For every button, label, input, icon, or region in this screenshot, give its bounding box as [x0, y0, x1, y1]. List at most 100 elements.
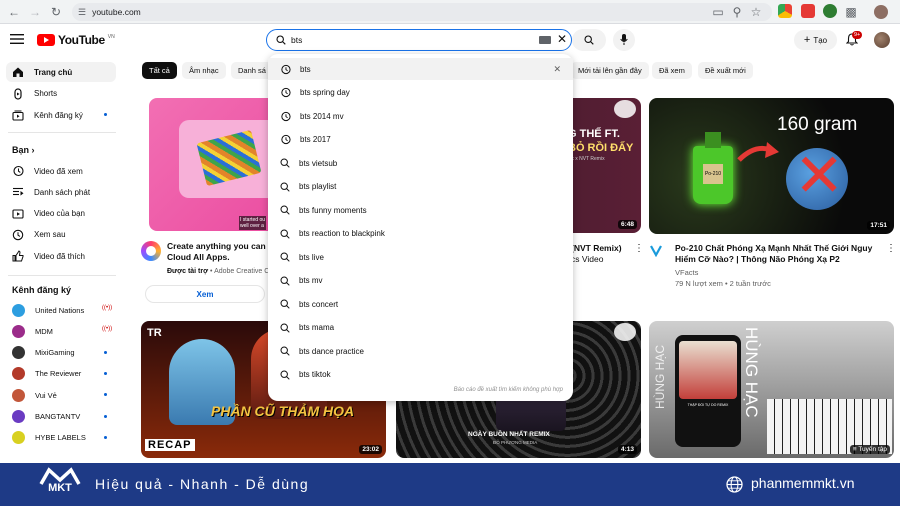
menu-icon[interactable] [10, 33, 24, 45]
channel-name[interactable]: VFacts [675, 268, 698, 277]
keyboard-icon[interactable] [539, 36, 551, 44]
chip-3[interactable]: Mới tải lên gần đây [571, 62, 649, 79]
remove-suggestion-icon[interactable]: ✕ [553, 64, 561, 75]
youtube-logo[interactable]: YouTube VN [37, 33, 115, 47]
sidebar-item-label: Danh sách phát [34, 187, 91, 197]
search-suggestion[interactable]: bts ✕ [268, 58, 573, 80]
search-suggestion[interactable]: bts funny moments [268, 199, 573, 221]
search-icon [276, 35, 286, 45]
promo-banner: MKT Hiệu quả - Nhanh - Dễ dùng phanmemmk… [0, 463, 900, 506]
thumb2-text-1: G THẾ FT. [568, 128, 620, 140]
reload-icon[interactable]: ↻ [48, 4, 64, 20]
sidebar-channel-label: United Nations [35, 305, 85, 315]
grammar-extension-icon[interactable] [823, 4, 837, 18]
pdf-extension-icon[interactable] [801, 4, 815, 18]
sidebar-item-shorts[interactable]: Shorts [6, 84, 116, 104]
account-avatar[interactable] [874, 32, 890, 48]
banner-slogan: Hiệu quả - Nhanh - Dễ dùng [95, 476, 310, 492]
extension-icon[interactable] [778, 4, 792, 18]
like-icon [12, 250, 24, 262]
search-suggestion[interactable]: bts 2014 mv [268, 105, 573, 127]
more-options-icon[interactable]: ⋮ [886, 243, 896, 254]
adobe-avatar[interactable] [141, 241, 161, 261]
url-text: youtube.com [92, 7, 141, 17]
chip-1[interactable]: Âm nhạc [182, 62, 226, 79]
suggestion-text: bts 2014 mv [300, 111, 344, 121]
sidebar-divider [8, 132, 116, 133]
chip-0[interactable]: Tất cả [142, 62, 177, 79]
suggestion-text: bts playlist [299, 182, 337, 191]
chip-2[interactable]: Danh sá [231, 62, 273, 79]
sidebar-channel[interactable]: MDM ((•)) [6, 321, 116, 341]
sidebar-channel-label: BANGTANTV [35, 412, 81, 421]
video-thumbnail-3[interactable]: 160 gram Po-210 ✕ 17:51 [649, 98, 894, 234]
sidebar-item-watch-later[interactable]: Xem sau [6, 225, 116, 245]
bottle-image: Po-210 [693, 132, 733, 204]
channel-avatar [12, 346, 25, 360]
site-settings-icon[interactable]: ☰ [78, 7, 86, 18]
ad-watch-button[interactable]: Xem [145, 285, 265, 303]
profile-avatar[interactable] [874, 5, 888, 19]
chip-5[interactable]: Đề xuất mới [698, 62, 753, 79]
sidebar-channel-label: The Reviewer [35, 369, 82, 379]
forward-icon[interactable]: → [27, 4, 43, 20]
sidebar-item-history[interactable]: Video đã xem [6, 161, 116, 181]
search-suggestion[interactable]: bts playlist [268, 176, 573, 198]
sidebar-item-label: Video đã thích [34, 251, 86, 261]
sidebar-item-subscriptions[interactable]: Kênh đăng ký [6, 105, 116, 125]
search-suggestion[interactable]: bts vietsub [268, 152, 573, 174]
search-suggestion[interactable]: bts 2017 [268, 129, 573, 151]
sidebar-item-your-videos[interactable]: Video của bạn [6, 204, 116, 224]
voice-search-button[interactable] [613, 29, 635, 51]
sidebar-you-heading[interactable]: Bạn › [12, 145, 35, 155]
sidebar-item-playlist[interactable]: Danh sách phát [6, 182, 116, 202]
sidebar-channel[interactable]: Vui Vẻ [6, 385, 116, 405]
search-button[interactable] [572, 29, 606, 51]
suggestion-text: bts funny moments [299, 205, 367, 215]
video-title-2[interactable]: (NVT Remix) cs Video [571, 243, 631, 265]
sidebar-channel[interactable]: United Nations ((•)) [6, 300, 116, 320]
sidebar-item-like[interactable]: Video đã thích [6, 246, 116, 266]
report-suggestions-link[interactable]: Báo cáo đề xuất tìm kiếm không phù hợp [454, 387, 563, 393]
search-suggestion[interactable]: bts spring day [268, 82, 573, 104]
plus-icon: + [803, 34, 811, 46]
channel-avatar [12, 431, 25, 445]
phone-text: THẬP ĐÓI TỰ DO REMIX [687, 403, 729, 407]
zoom-icon[interactable]: ⚲ [729, 4, 745, 20]
search-suggestion[interactable]: bts live [268, 246, 573, 268]
cast-icon[interactable]: ▭ [710, 4, 726, 20]
sidebar-item-home[interactable]: Trang chủ [6, 62, 116, 82]
suggestion-text: bts reaction to blackpink [299, 229, 385, 238]
sidebar-channel[interactable]: BANGTANTV [6, 407, 116, 427]
playlist-icon [12, 186, 24, 198]
history-icon [280, 134, 291, 145]
new-content-dot [104, 393, 107, 397]
search-suggestion[interactable]: bts mv [268, 270, 573, 292]
sidebar-channel[interactable]: MixiGaming [6, 343, 116, 363]
search-query[interactable]: bts [291, 35, 302, 45]
suggestion-text: bts tiktok [299, 370, 331, 379]
vfacts-avatar[interactable] [649, 243, 663, 257]
bookmark-star-icon[interactable]: ☆ [748, 4, 764, 20]
video-title-3[interactable]: Po-210 Chất Phóng Xạ Mạnh Nhất Thế Giới … [675, 243, 880, 265]
extensions-puzzle-icon[interactable]: ▩ [843, 4, 859, 20]
search-suggestion[interactable]: bts mama [268, 317, 573, 339]
thumb6-left-text: HÙNG HẠC [653, 345, 667, 410]
chip-4[interactable]: Đã xem [652, 62, 692, 79]
back-icon[interactable]: ← [6, 4, 22, 20]
video-thumbnail-6[interactable]: THẬP ĐÓI TỰ DO REMIX HÙNG HẠC HÙNG HẠC ≡… [649, 321, 894, 458]
search-input[interactable]: bts ✕ [266, 29, 572, 51]
search-icon [280, 252, 290, 262]
sidebar-channel[interactable]: The Reviewer [6, 364, 116, 384]
search-suggestion[interactable]: bts dance practice [268, 340, 573, 362]
search-suggestion[interactable]: bts concert [268, 293, 573, 315]
sidebar-channel[interactable]: HYBE LABELS [6, 428, 116, 448]
clear-search-icon[interactable]: ✕ [557, 33, 567, 45]
address-bar[interactable]: ☰ youtube.com [72, 3, 772, 21]
search-suggestion[interactable]: bts tiktok [268, 364, 573, 386]
search-suggestion[interactable]: bts reaction to blackpink [268, 223, 573, 245]
create-button[interactable]: + Tạo [794, 30, 837, 50]
more-options-icon[interactable]: ⋮ [634, 243, 644, 254]
new-content-dot [104, 435, 107, 439]
history-icon [280, 111, 291, 122]
